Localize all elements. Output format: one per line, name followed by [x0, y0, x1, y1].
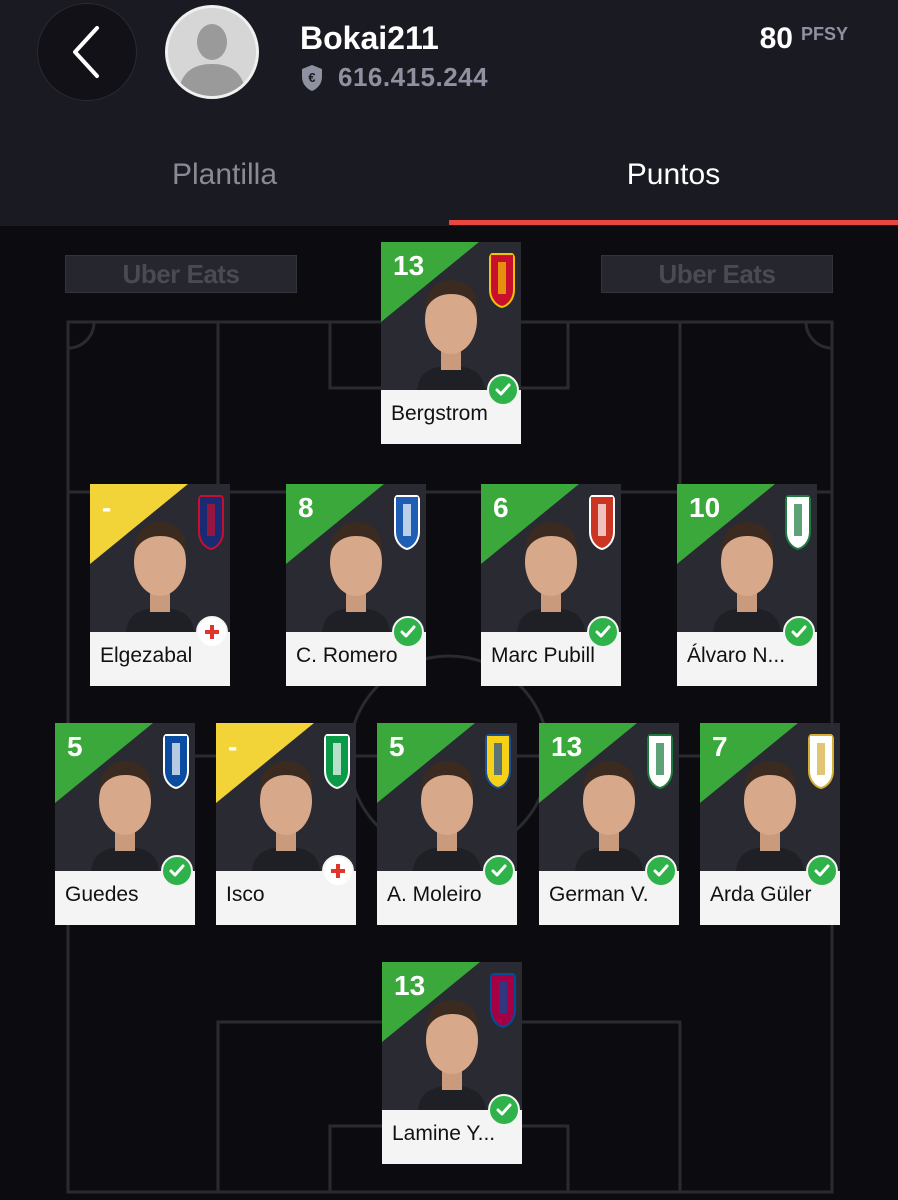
tab-puntos[interactable]: Puntos — [449, 130, 898, 226]
player-card[interactable]: 7 Arda Güler — [700, 723, 840, 925]
player-face-image — [322, 522, 390, 632]
club-crest-icon — [324, 734, 350, 789]
player-face-image — [252, 761, 320, 871]
username: Bokai211 — [300, 20, 439, 56]
player-card[interactable]: 13 Bergstrom — [381, 242, 521, 444]
player-card[interactable]: 13 German V. — [539, 723, 679, 925]
player-card[interactable]: 5 Guedes — [55, 723, 195, 925]
total-points-unit: PFSY — [800, 24, 848, 44]
player-score: - — [228, 731, 238, 762]
player-score: 5 — [389, 731, 405, 762]
player-card[interactable]: - Elgezabal — [90, 484, 230, 686]
player-card[interactable]: - Isco — [216, 723, 356, 925]
tab-plantilla[interactable]: Plantilla — [0, 130, 449, 226]
chevron-left-icon — [73, 26, 99, 78]
injury-cross-icon — [322, 855, 354, 887]
player-face-image — [713, 522, 781, 632]
back-button[interactable] — [37, 3, 137, 101]
player-score: 7 — [712, 731, 728, 762]
club-crest-icon — [489, 253, 515, 308]
player-face-image — [736, 761, 804, 871]
check-icon — [487, 374, 519, 406]
injury-cross-icon — [196, 616, 228, 648]
active-tab-indicator — [449, 220, 898, 225]
player-face-image — [517, 522, 585, 632]
player-face-image — [413, 761, 481, 871]
player-card[interactable]: 10 Álvaro N... — [677, 484, 817, 686]
user-silhouette-icon — [168, 8, 256, 96]
player-photo-area: 6 — [481, 484, 621, 632]
player-face-image — [417, 280, 485, 390]
player-photo-area: 13 — [381, 242, 521, 390]
player-score: 13 — [394, 970, 426, 1001]
player-score: 6 — [493, 492, 509, 523]
player-card[interactable]: 6 Marc Pubill — [481, 484, 621, 686]
sponsor-banner-right: Uber Eats — [601, 255, 833, 293]
check-icon — [645, 855, 677, 887]
player-card[interactable]: 5 A. Moleiro — [377, 723, 517, 925]
club-crest-icon — [647, 734, 673, 789]
check-icon — [483, 855, 515, 887]
club-crest-icon — [198, 495, 224, 550]
total-points-value: 80 — [759, 22, 793, 55]
club-crest-icon — [589, 495, 615, 550]
club-crest-icon — [394, 495, 420, 550]
check-icon — [806, 855, 838, 887]
player-score: 13 — [393, 250, 425, 281]
check-icon — [488, 1094, 520, 1126]
player-card[interactable]: 13 Lamine Y... — [382, 962, 522, 1164]
sponsor-banner-left: Uber Eats — [65, 255, 297, 293]
player-photo-area: 5 — [55, 723, 195, 871]
player-photo-area: 13 — [382, 962, 522, 1110]
club-crest-icon — [808, 734, 834, 789]
player-photo-area: 13 — [539, 723, 679, 871]
club-crest-icon — [785, 495, 811, 550]
player-face-image — [126, 522, 194, 632]
total-points: 80 PFSY — [760, 22, 848, 56]
check-icon — [392, 616, 424, 648]
check-icon — [587, 616, 619, 648]
club-crest-icon — [485, 734, 511, 789]
player-face-image — [575, 761, 643, 871]
player-face-image — [418, 1000, 486, 1110]
player-photo-area: 7 — [700, 723, 840, 871]
player-score: - — [102, 492, 112, 523]
player-score: 10 — [689, 492, 721, 523]
player-score: 8 — [298, 492, 314, 523]
money-row: € 616.415.244 — [300, 62, 488, 93]
player-score: 5 — [67, 731, 83, 762]
player-photo-area: 8 — [286, 484, 426, 632]
player-photo-area: - — [216, 723, 356, 871]
euro-shield-icon: € — [302, 64, 322, 91]
player-face-image — [91, 761, 159, 871]
player-card[interactable]: 8 C. Romero — [286, 484, 426, 686]
avatar[interactable] — [165, 5, 259, 99]
player-photo-area: - — [90, 484, 230, 632]
tab-bar: Plantilla Puntos — [0, 130, 898, 226]
svg-text:€: € — [308, 70, 315, 85]
player-score: 13 — [551, 731, 583, 762]
player-photo-area: 10 — [677, 484, 817, 632]
club-crest-icon — [490, 973, 516, 1028]
check-icon — [161, 855, 193, 887]
check-icon — [783, 616, 815, 648]
profile-header: Bokai211 € 616.415.244 80 PFSY Plantilla… — [0, 0, 898, 226]
club-crest-icon — [163, 734, 189, 789]
team-value: 616.415.244 — [338, 62, 489, 92]
player-photo-area: 5 — [377, 723, 517, 871]
